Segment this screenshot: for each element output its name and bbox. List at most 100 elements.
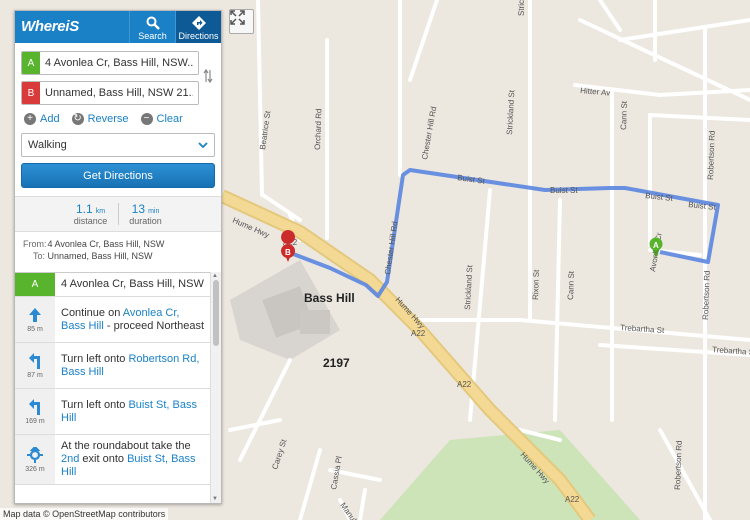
reverse-label: Reverse (87, 113, 129, 125)
step-text: At the roundabout take the (61, 440, 191, 452)
postcode-label: 2197 (323, 356, 350, 370)
street-label: Strickland St (517, 0, 526, 16)
search-icon (146, 16, 160, 30)
chevron-down-icon (198, 142, 208, 148)
direction-steps: A 4 Avonlea Cr, Bass Hill, NSW 85 m Cont… (15, 272, 211, 503)
swap-waypoints-button[interactable] (202, 64, 214, 88)
panel-header: WhereiS Search Directions (15, 11, 221, 43)
step-text: exit onto (79, 453, 128, 465)
step-text: - proceed Northeast (103, 319, 205, 332)
roundabout-icon (27, 446, 43, 463)
street-label: Buist St (688, 200, 717, 212)
whereis-logo[interactable]: WhereiS (15, 11, 129, 43)
to-key: To: (32, 251, 45, 261)
step-text: Continue on (61, 306, 123, 319)
street-label: Hitter Av (580, 86, 611, 98)
fullscreen-button[interactable] (229, 9, 254, 34)
clear-label: Clear (156, 113, 183, 125)
street-label: Strickland St (463, 264, 474, 310)
expand-icon (230, 10, 245, 25)
directions-tab[interactable]: Directions (175, 11, 221, 43)
step-start[interactable]: A 4 Avonlea Cr, Bass Hill, NSW (15, 273, 211, 297)
street-label: Trebartha St (620, 323, 665, 335)
street-label: Robertson Rd (706, 130, 717, 180)
waypoints: A B (15, 43, 221, 105)
travel-mode-value: Walking (28, 139, 67, 151)
from-value: 4 Avonlea Cr, Bass Hill, NSW (47, 239, 165, 249)
distance-unit: km (95, 208, 106, 215)
step-row[interactable]: 85 m Continue on Avonlea Cr, Bass Hill -… (15, 297, 211, 343)
route-shield: A22 (411, 329, 426, 338)
building (300, 310, 330, 334)
directions-tab-label: Directions (178, 31, 219, 41)
street-label: Rixon St (531, 269, 541, 300)
street-label: Strickland St (505, 89, 516, 135)
duration-label: duration (129, 216, 162, 226)
get-directions-button[interactable]: Get Directions (21, 163, 215, 188)
reverse-icon: ↻ (71, 113, 84, 125)
add-button[interactable]: + Add (24, 113, 60, 125)
travel-mode-select[interactable]: Walking (21, 133, 215, 157)
suburb-label: Bass Hill (304, 291, 355, 305)
waypoint-b-badge: B (22, 82, 40, 104)
reverse-button[interactable]: ↻ Reverse (71, 113, 129, 125)
steps-scrollbar[interactable]: ▲ ▼ (210, 272, 221, 503)
duration-value: 13 (131, 202, 145, 216)
from-input[interactable] (40, 52, 198, 74)
map-attribution: Map data © OpenStreetMap contributors (0, 508, 169, 520)
step-row[interactable]: 169 m Turn left onto Buist St, Bass Hill (15, 389, 211, 435)
exit-link[interactable]: 2nd (61, 453, 79, 465)
street-label: Cann St (566, 270, 576, 300)
street-label: Buist St (457, 173, 486, 186)
waypoint-a-badge: A (22, 52, 40, 74)
step-distance: 326 m (25, 465, 45, 473)
clear-button[interactable]: − Clear (140, 113, 183, 125)
route-shield: A22 (457, 380, 472, 389)
to-input[interactable] (40, 82, 198, 104)
step-distance: 85 m (27, 325, 43, 333)
waypoint-actions: + Add ↻ Reverse − Clear (15, 111, 221, 131)
start-badge: A (15, 273, 55, 296)
turn-left-icon (29, 398, 40, 415)
distance-value: 1.1 (75, 202, 93, 216)
directions-panel: WhereiS Search Directions A B (14, 10, 222, 504)
waypoint-a: A (21, 51, 199, 75)
step-row[interactable]: 326 m At the roundabout take the 2nd exi… (15, 435, 211, 485)
step-row[interactable]: 87 m Turn left onto Robertson Rd, Bass H… (15, 343, 211, 389)
svg-text:B: B (285, 248, 291, 257)
plus-icon: + (24, 113, 36, 125)
scroll-up-icon[interactable]: ▲ (212, 273, 218, 279)
street-label: Buist St (550, 186, 578, 195)
park-area (380, 430, 640, 520)
directions-icon (191, 16, 206, 30)
street-label: Orchard Rd (313, 108, 323, 150)
street-label: Chester Hill Rd (420, 106, 438, 161)
search-tab[interactable]: Search (129, 11, 175, 43)
street-label: Trebartha St (712, 345, 750, 357)
arrow-up-icon (29, 307, 41, 322)
turn-left-icon (29, 352, 40, 369)
street-label: Robertson Rd (673, 440, 684, 490)
scroll-down-icon[interactable]: ▼ (212, 496, 218, 502)
street-label: Cann St (619, 100, 629, 130)
route-summary: 1.1 km distance 13 min duration (15, 196, 221, 232)
step-text: Turn left onto (61, 398, 129, 411)
step-text: 4 Avonlea Cr, Bass Hill, NSW (61, 278, 204, 290)
waypoint-b: B (21, 81, 199, 105)
route-info: From: 4 Avonlea Cr, Bass Hill, NSW To: U… (15, 232, 221, 268)
route-line (287, 168, 720, 298)
scroll-thumb[interactable] (213, 280, 219, 346)
to-value: Unnamed, Bass Hill, NSW (47, 251, 153, 261)
street-label: Chester Hill Rd (383, 221, 399, 276)
step-distance: 87 m (27, 371, 43, 379)
from-key: From: (23, 239, 47, 249)
svg-text:A: A (653, 241, 659, 250)
duration-summary: 13 min duration (125, 202, 167, 226)
distance-label: distance (73, 216, 108, 226)
duration-unit: min (148, 208, 160, 215)
step-text: Turn left onto (61, 352, 129, 365)
distance-summary: 1.1 km distance (70, 202, 112, 226)
route-shield: A22 (565, 495, 580, 504)
street-label: Carey St (270, 437, 288, 470)
search-tab-label: Search (138, 31, 167, 41)
